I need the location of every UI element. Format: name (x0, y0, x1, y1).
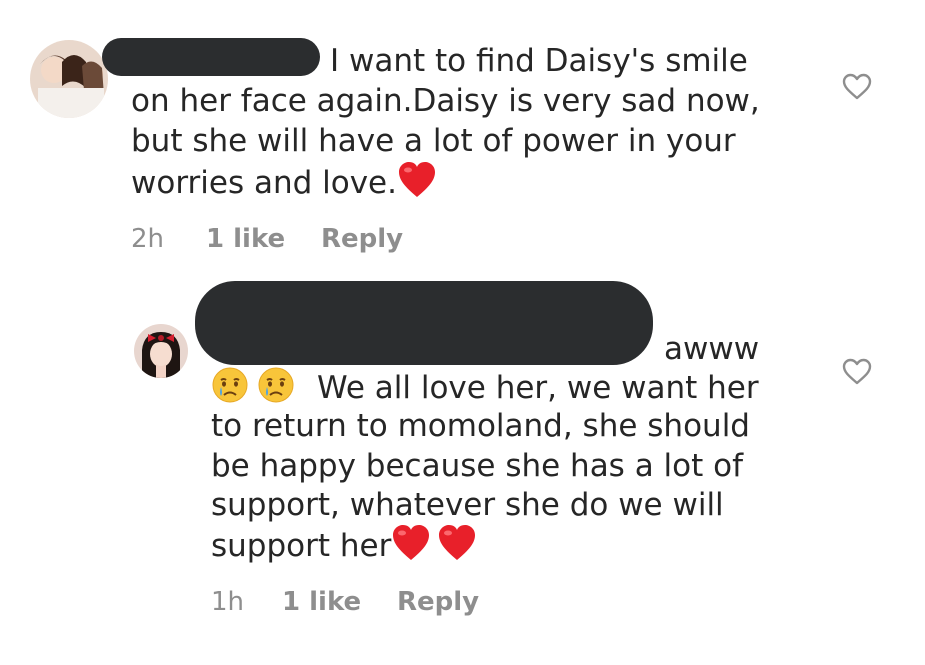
like-heart-icon[interactable] (842, 358, 872, 386)
redacted-username (195, 281, 653, 365)
avatar[interactable] (30, 40, 108, 118)
timestamp: 2h (131, 224, 165, 254)
timestamp: 1h (211, 587, 245, 617)
comment-text-line-6: support her (211, 524, 477, 572)
avatar[interactable] (134, 324, 188, 378)
comment-text-line-6-text: support her (211, 528, 392, 564)
comment-text-line-1: I want to find Daisy's smile (330, 43, 748, 79)
comment-meta: 1h 1 like Reply (211, 587, 611, 619)
comment-text-line-4-text: worries and love. (131, 165, 397, 201)
redacted-username (102, 38, 320, 76)
comment-text-line-4: worries and love. (131, 161, 437, 209)
comment-meta: 2h 1 like Reply (131, 224, 531, 256)
comment-text-line-1: awww (664, 331, 760, 367)
red-heart-emoji (397, 161, 437, 209)
comment-text-line-4: be happy because she has a lot of (211, 448, 744, 484)
reply-button[interactable]: Reply (397, 587, 479, 617)
comment-text-line-2: on her face again.Daisy is very sad now, (131, 83, 760, 119)
likes-count[interactable]: 1 like (206, 224, 285, 254)
red-heart-emoji (437, 524, 477, 572)
red-heart-emoji (391, 524, 431, 572)
comment-text-line-5: support, whatever she do we will (211, 487, 724, 523)
comment-text-line-2-text: We all love her, we want her (317, 370, 759, 406)
like-heart-icon[interactable] (842, 73, 872, 101)
reply-button[interactable]: Reply (321, 224, 403, 254)
comment-text-line-3: but she will have a lot of power in your (131, 123, 736, 159)
likes-count[interactable]: 1 like (282, 587, 361, 617)
comment-text-line-3: to return to momoland, she should (211, 408, 750, 444)
